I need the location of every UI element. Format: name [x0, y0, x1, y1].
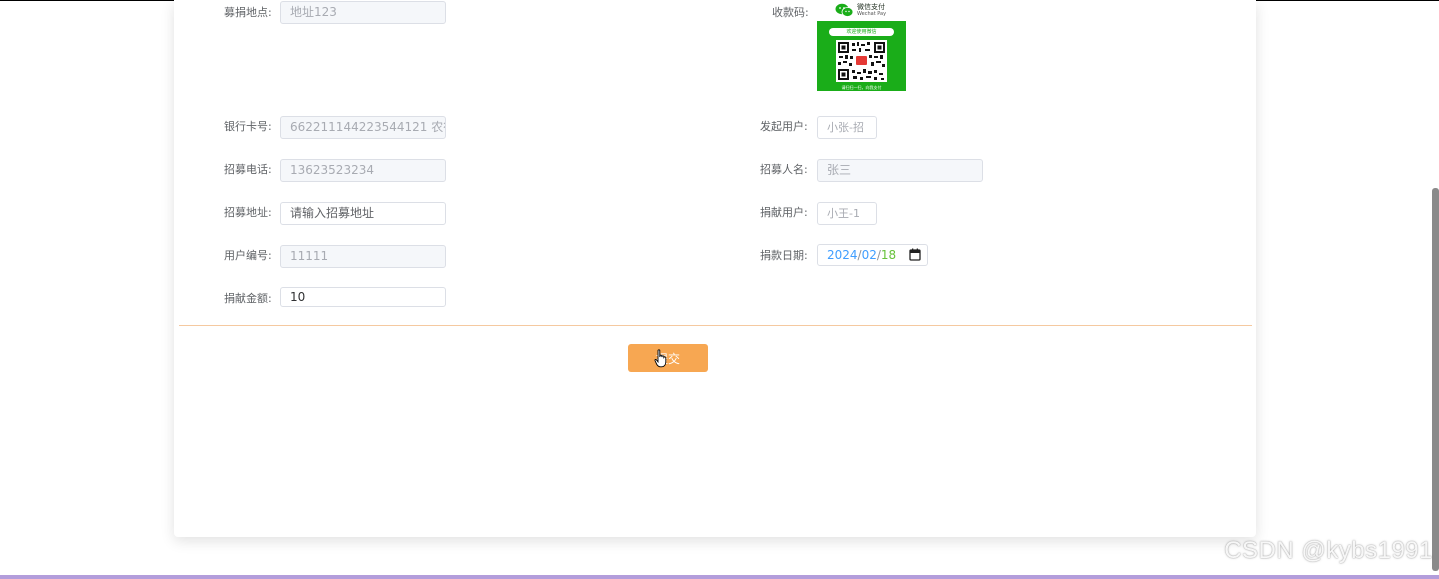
payment-qr-code: 微信支付 Wechat Pay 欢迎使用微信 请扫扫一扫，向我支付 [817, 0, 906, 91]
wechat-footer-text: 请扫扫一扫，向我支付 [841, 85, 882, 90]
csdn-watermark: CSDN @kybs1991 [1224, 537, 1433, 564]
donor-user-label: 捐献用户: [760, 206, 808, 219]
initiator-field[interactable]: 小张-招 [817, 116, 877, 139]
date-year[interactable]: 2024 [827, 248, 858, 262]
form-divider [179, 325, 1252, 326]
submit-button[interactable]: 提交 [628, 344, 708, 372]
donation-amount-label: 捐献金额: [224, 292, 272, 305]
recruiter-name-field[interactable]: 张三 [817, 159, 983, 182]
wechat-pay-header: 微信支付 Wechat Pay [817, 0, 906, 21]
form-panel [174, 0, 1256, 537]
donation-date-input[interactable]: 2024/02/18 [817, 244, 928, 266]
wechat-logo-icon [835, 3, 854, 17]
recruit-phone-label: 招募电话: [224, 163, 272, 176]
bank-card-field[interactable]: 662211144223544121 农行 [280, 116, 446, 139]
date-day[interactable]: 18 [881, 248, 896, 262]
recruiter-name-label: 招募人名: [760, 163, 808, 176]
wechat-pay-subtitle: Wechat Pay [857, 11, 887, 17]
wechat-pay-title: 微信支付 [857, 3, 885, 11]
bottom-bar [0, 575, 1439, 579]
hand-pointer-icon [654, 349, 667, 368]
recruit-phone-field[interactable]: 13623523234 [280, 159, 446, 182]
date-month[interactable]: 02 [862, 248, 877, 262]
payment-code-label: 收款码: [772, 6, 809, 19]
calendar-icon[interactable] [909, 248, 921, 261]
donation-amount-input[interactable]: 10 [280, 287, 446, 307]
initiator-label: 发起用户: [760, 120, 808, 133]
qr-code-icon [836, 40, 887, 82]
donor-user-field[interactable]: 小王-1 [817, 202, 877, 225]
user-number-label: 用户编号: [224, 249, 272, 262]
donation-date-label: 捐款日期: [760, 249, 808, 262]
donation-location-label: 募捐地点: [224, 6, 272, 19]
recruit-address-label: 招募地址: [224, 206, 272, 219]
donation-location-field[interactable]: 地址123 [280, 1, 446, 24]
user-number-field[interactable]: 11111 [280, 245, 446, 268]
wechat-welcome-banner: 欢迎使用微信 [829, 28, 894, 36]
scrollbar[interactable] [1432, 188, 1439, 571]
recruit-address-input[interactable]: 请输入招募地址 [280, 202, 446, 225]
bank-card-label: 银行卡号: [224, 120, 272, 133]
